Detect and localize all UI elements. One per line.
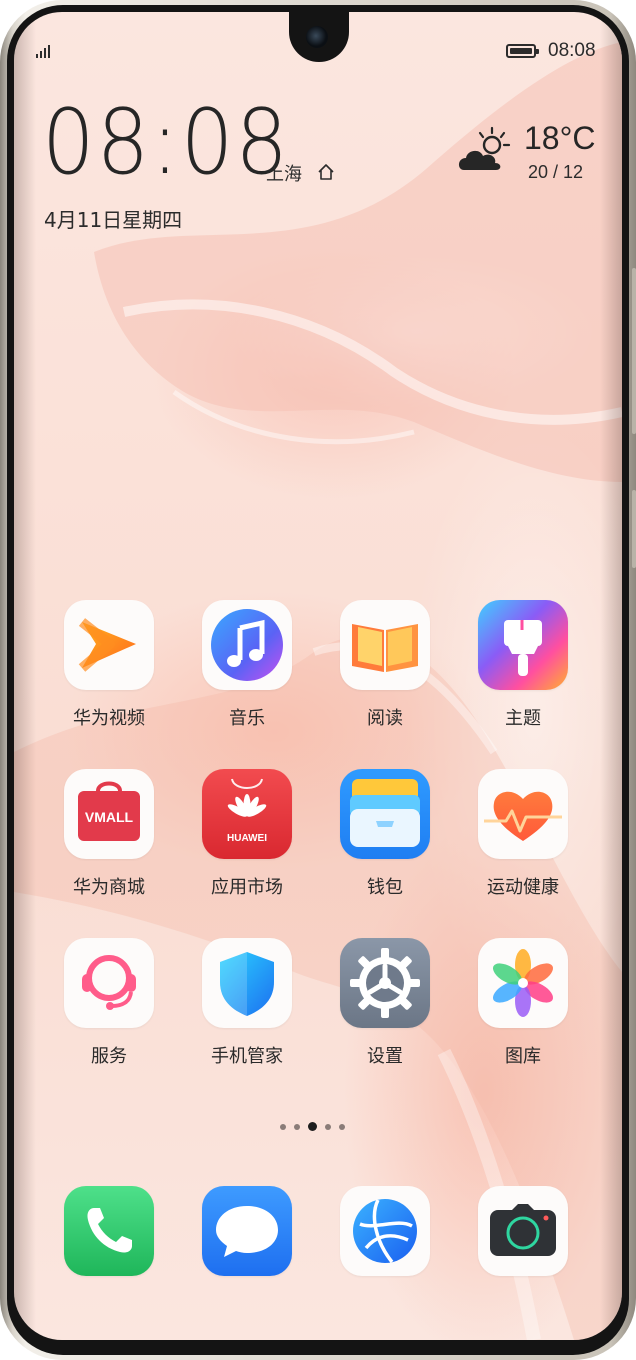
weather-range: 20 / 12 (528, 162, 584, 182)
huawei-video-icon (64, 600, 154, 690)
service-icon (64, 938, 154, 1028)
screen-edge-left (14, 12, 36, 1340)
app-label: 服务 (91, 1046, 127, 1067)
app-label: 华为视频 (73, 708, 145, 729)
gallery-icon (478, 938, 568, 1028)
app-service[interactable]: 服务 (44, 938, 174, 1068)
wallet-icon (340, 769, 430, 859)
app-themes[interactable]: 主题 (458, 600, 588, 730)
app-settings[interactable]: 设置 (320, 938, 450, 1068)
home-screen: 08:08 08:08 上海 4月11日星期四 18°C 20 / 12 华为视… (14, 12, 622, 1340)
app-reading[interactable]: 阅读 (320, 600, 450, 730)
front-camera-icon (306, 26, 328, 48)
weather-temperature: 18°C (524, 120, 596, 156)
status-bar-time: 08:08 (548, 40, 596, 61)
app-music[interactable]: 音乐 (182, 600, 312, 730)
clock-widget-time[interactable]: 08:08 (42, 98, 290, 188)
reading-icon (340, 600, 430, 690)
camera-icon (478, 1186, 568, 1276)
app-label: 设置 (367, 1046, 403, 1067)
app-vmall[interactable]: VMALL 华为商城 (44, 769, 174, 899)
app-label: 华为商城 (73, 877, 145, 898)
vmall-badge-text: VMALL (85, 809, 134, 825)
settings-icon (340, 938, 430, 1028)
health-icon (478, 769, 568, 859)
battery-icon (506, 44, 539, 58)
screen-edge-right (600, 12, 622, 1340)
music-icon (202, 600, 292, 690)
app-label: 钱包 (367, 877, 403, 898)
browser-icon (340, 1186, 430, 1276)
app-label: 阅读 (367, 708, 403, 729)
app-gallery-store[interactable]: HUAWEI 应用市场 (182, 769, 312, 899)
phone-manager-icon (202, 938, 292, 1028)
themes-icon (478, 600, 568, 690)
clock-widget-city: 上海 (266, 164, 302, 185)
app-gallery[interactable]: 图库 (458, 938, 588, 1068)
phone-icon (64, 1186, 154, 1276)
app-gallery-badge-text: HUAWEI (227, 833, 267, 844)
volume-button (632, 268, 636, 434)
dock-phone[interactable] (44, 1186, 174, 1316)
page-dot[interactable] (294, 1123, 300, 1130)
page-dot[interactable] (325, 1123, 331, 1130)
app-health[interactable]: 运动健康 (458, 769, 588, 899)
power-button (632, 490, 636, 568)
app-label: 音乐 (229, 708, 265, 729)
app-label: 图库 (505, 1046, 541, 1067)
messages-icon (202, 1186, 292, 1276)
vmall-icon: VMALL (64, 769, 154, 859)
page-dot[interactable] (339, 1123, 345, 1130)
app-label: 运动健康 (487, 877, 559, 898)
app-label: 手机管家 (211, 1046, 283, 1067)
dock-messages[interactable] (182, 1186, 312, 1316)
app-phone-manager[interactable]: 手机管家 (182, 938, 312, 1068)
signal-icon (36, 44, 50, 58)
partly-cloudy-icon[interactable] (456, 126, 514, 176)
app-gallery-icon: HUAWEI (202, 769, 292, 859)
clock-widget-date: 4月11日星期四 (44, 208, 183, 232)
page-dot-active[interactable] (308, 1122, 317, 1131)
page-dot[interactable] (280, 1123, 286, 1130)
home-icon (318, 164, 334, 180)
app-wallet[interactable]: 钱包 (320, 769, 450, 899)
dock-camera[interactable] (458, 1186, 588, 1316)
app-huawei-video[interactable]: 华为视频 (44, 600, 174, 730)
app-label: 应用市场 (211, 877, 283, 898)
page-indicator[interactable] (280, 1122, 345, 1131)
dock-browser[interactable] (320, 1186, 450, 1316)
app-label: 主题 (505, 708, 541, 729)
